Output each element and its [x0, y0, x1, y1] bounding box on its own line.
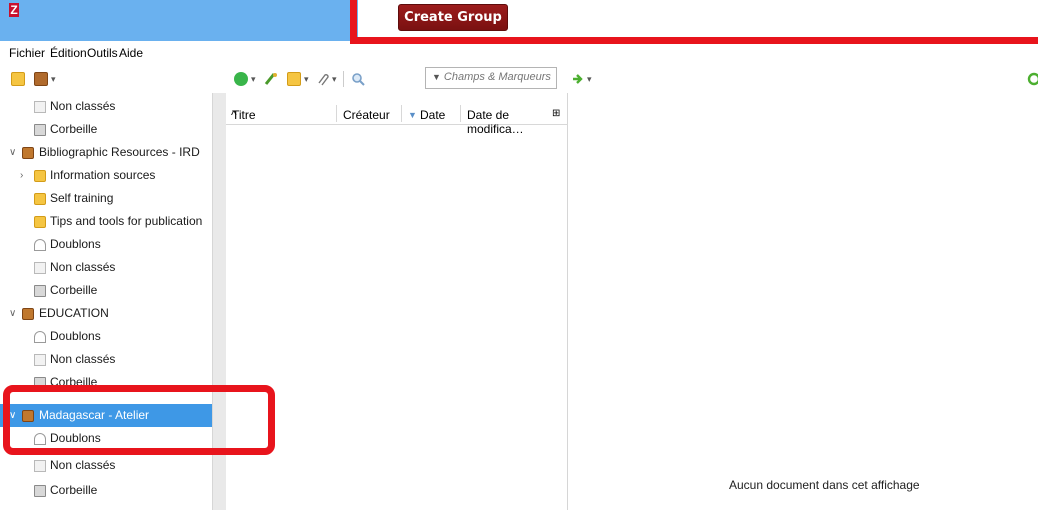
items-pane: ^ Titre Créateur ▼ Date Date de modifica… [226, 93, 568, 510]
tree-item-label: Corbeille [50, 483, 98, 497]
column-picker-icon[interactable]: ⊞ [552, 108, 560, 119]
tree-item-label: Doublons [50, 329, 101, 343]
tree-item-label: Corbeille [50, 122, 98, 136]
trash-icon [34, 124, 46, 136]
tree-item-label: EDUCATION [39, 306, 109, 320]
library-icon [22, 308, 34, 320]
tree-item-tips-and-tools[interactable]: Tips and tools for publication [0, 210, 212, 233]
folder-icon [34, 170, 46, 182]
chevron-right-icon[interactable]: › [20, 164, 23, 187]
highlight-frame-madagascar [3, 385, 275, 455]
tree-item-label: Self training [50, 191, 114, 205]
toolbar-divider [343, 71, 344, 87]
title-bar: Z [0, 0, 358, 41]
menu-outils[interactable]: Outils [87, 46, 118, 60]
doc-icon [34, 101, 46, 113]
tree-item-label: Non classés [50, 458, 116, 472]
column-divider[interactable] [401, 105, 402, 122]
toolbar: ▾ ▾ ▾ ▾ ▼ Champs & Marqueurs ▾ [0, 63, 1038, 93]
new-note-icon[interactable] [287, 72, 301, 86]
empty-message: Aucun document dans cet affichage [729, 478, 920, 492]
doc-icon [34, 354, 46, 366]
item-detail-pane: Aucun document dans cet affichage [569, 93, 1038, 510]
tree-item-information-sources[interactable]: › Information sources [0, 164, 212, 187]
column-date[interactable]: Date [420, 108, 445, 122]
tree-item-corbeille[interactable]: Corbeille [0, 279, 212, 302]
folder-icon [34, 216, 46, 228]
locate-icon[interactable] [571, 72, 585, 86]
doc-icon [34, 460, 46, 472]
column-creator[interactable]: Créateur [343, 108, 390, 122]
search-icon[interactable] [351, 72, 365, 86]
search-placeholder: Champs & Marqueurs [443, 71, 551, 83]
tree-item-label: Information sources [50, 168, 156, 182]
chevron-down-icon[interactable]: ∨ [9, 141, 16, 164]
trash-icon [34, 485, 46, 497]
zotero-logo: Z [9, 3, 19, 17]
tree-item-non-classes[interactable]: Non classés [0, 454, 212, 477]
tree-item-label: Doublons [50, 237, 101, 251]
chevron-down-icon[interactable]: ▾ [251, 74, 256, 85]
tree-item-label: Bibliographic Resources - IRD [39, 145, 200, 159]
sync-icon[interactable] [1027, 72, 1038, 86]
tree-item-label: Corbeille [50, 283, 98, 297]
chevron-down-icon[interactable]: ▾ [304, 74, 309, 85]
chevron-down-icon[interactable]: ▾ [332, 74, 337, 85]
tree-item-label: Non classés [50, 260, 116, 274]
chevron-down-icon[interactable]: ▾ [51, 74, 56, 85]
menu-edition[interactable]: Édition [50, 46, 87, 60]
items-column-header: ^ Titre Créateur ▼ Date Date de modifica… [226, 93, 568, 136]
tree-item-doublons[interactable]: Doublons [0, 325, 212, 348]
tree-item-non-classes[interactable]: Non classés [0, 95, 212, 118]
tree-item-label: Non classés [50, 352, 116, 366]
menu-fichier[interactable]: Fichier [9, 46, 45, 60]
new-item-icon[interactable] [234, 72, 248, 86]
chevron-down-icon[interactable]: ▾ [587, 74, 592, 85]
column-divider[interactable] [336, 105, 337, 122]
menu-bar: Fichier Édition Outils Aide [0, 41, 1038, 63]
column-title[interactable]: Titre [232, 108, 256, 122]
duplicates-icon [34, 239, 46, 251]
search-mode-icon[interactable]: ▼ [432, 72, 441, 82]
tree-item-label: Non classés [50, 99, 116, 113]
search-input[interactable]: ▼ Champs & Marqueurs [425, 67, 557, 89]
tree-item-self-training[interactable]: Self training [0, 187, 212, 210]
tree-item-corbeille[interactable]: Corbeille [0, 479, 212, 502]
tree-item-doublons[interactable]: Doublons [0, 233, 212, 256]
tree-item-corbeille[interactable]: Corbeille [0, 118, 212, 141]
tree-item-bibliographic-resources[interactable]: ∨ Bibliographic Resources - IRD [0, 141, 212, 164]
doc-icon [34, 262, 46, 274]
menu-aide[interactable]: Aide [119, 46, 143, 60]
library-icon [22, 147, 34, 159]
tree-item-education[interactable]: ∨ EDUCATION [0, 302, 212, 325]
trash-icon [34, 285, 46, 297]
folder-icon [34, 193, 46, 205]
tree-item-label: Tips and tools for publication [50, 214, 203, 228]
attachment-icon[interactable] [315, 72, 329, 86]
add-by-identifier-icon[interactable] [264, 72, 278, 86]
tree-item-non-classes[interactable]: Non classés [0, 256, 212, 279]
create-group-button[interactable]: Create Group [398, 4, 508, 31]
chevron-down-icon[interactable]: ∨ [9, 302, 16, 325]
tree-item-non-classes[interactable]: Non classés [0, 348, 212, 371]
column-divider[interactable] [460, 105, 461, 122]
sort-descending-icon: ▼ [408, 110, 417, 120]
new-collection-icon[interactable] [11, 72, 25, 86]
new-library-icon[interactable] [34, 72, 48, 86]
duplicates-icon [34, 331, 46, 343]
